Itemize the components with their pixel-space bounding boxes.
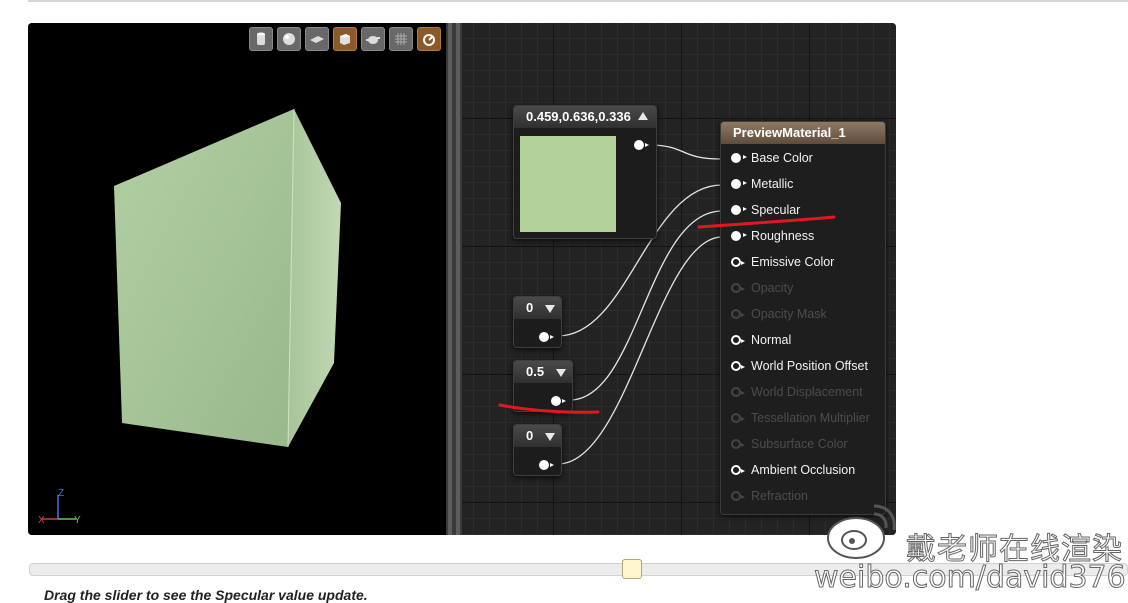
cylinder-preview-icon[interactable]	[249, 27, 273, 51]
specular-slider-handle[interactable]	[621, 559, 642, 579]
material-input-specular[interactable]: Specular	[721, 200, 885, 220]
material-input-tessellation-multiplier: Tessellation Multiplier	[721, 408, 885, 428]
material-input-world-position-offset[interactable]: World Position Offset	[721, 356, 885, 376]
material-input-ambient-occlusion[interactable]: Ambient Occlusion	[721, 460, 885, 480]
cube-preview-icon[interactable]	[333, 27, 357, 51]
preview-cube	[114, 108, 341, 448]
constant3-node[interactable]: 0.459,0.636,0.336	[513, 105, 657, 239]
material-input-subsurface-color: Subsurface Color	[721, 434, 885, 454]
panel-splitter[interactable]	[446, 23, 462, 535]
input-label: Specular	[751, 203, 801, 217]
axis-x-label: X	[38, 515, 45, 526]
constant3-header: 0.459,0.636,0.336	[514, 106, 656, 128]
input-pin-icon	[731, 387, 745, 397]
top-divider	[28, 0, 1128, 2]
preview-viewport[interactable]: Z Y X	[28, 23, 446, 535]
input-pin-icon	[731, 491, 745, 501]
material-input-normal[interactable]: Normal	[721, 330, 885, 350]
input-pin-icon	[731, 413, 745, 423]
input-pin-icon[interactable]	[731, 231, 747, 241]
input-label: Metallic	[751, 177, 794, 191]
axis-y-label: Y	[74, 515, 81, 526]
grid-icon[interactable]	[389, 27, 413, 51]
input-label: Opacity	[751, 281, 794, 295]
output-pin-icon[interactable]	[634, 140, 649, 150]
output-pin-icon[interactable]	[539, 460, 554, 470]
axis-z-label: Z	[58, 488, 64, 499]
input-label: Ambient Occlusion	[751, 463, 856, 477]
constant-specular-node[interactable]: 0.5	[513, 360, 573, 412]
realtime-icon[interactable]	[417, 27, 441, 51]
material-input-base-color[interactable]: Base Color	[721, 148, 885, 168]
input-pin-icon[interactable]	[731, 179, 747, 189]
collapse-icon[interactable]	[638, 112, 648, 120]
roughness-value: 0	[526, 428, 534, 443]
material-input-roughness[interactable]: Roughness	[721, 226, 885, 246]
material-input-metallic[interactable]: Metallic	[721, 174, 885, 194]
material-title: PreviewMaterial_1	[721, 122, 885, 144]
constant-specular-header: 0.5	[514, 361, 572, 383]
constant-metallic-node[interactable]: 0	[513, 296, 562, 348]
weibo-logo-icon	[827, 504, 896, 559]
input-pin-icon	[731, 439, 745, 449]
watermark-url: weibo.com/david376	[814, 560, 1127, 596]
metallic-value: 0	[526, 300, 534, 315]
teapot-preview-icon[interactable]	[361, 27, 385, 51]
axis-gizmo: Z Y X	[38, 488, 81, 526]
material-input-emissive-color[interactable]: Emissive Color	[721, 252, 885, 272]
input-pin-icon[interactable]	[731, 335, 745, 345]
input-label: Emissive Color	[751, 255, 835, 269]
specular-value: 0.5	[526, 364, 545, 379]
input-label: World Position Offset	[751, 359, 868, 373]
input-pin-icon[interactable]	[731, 257, 745, 267]
constant-roughness-node[interactable]: 0	[513, 424, 562, 476]
input-pin-icon[interactable]	[731, 465, 745, 475]
material-editor: Z Y X 0.459,0.636,0.336 0 0.5 0 PreviewM…	[28, 23, 896, 535]
input-label: World Displacement	[751, 385, 863, 399]
input-label: Opacity Mask	[751, 307, 827, 321]
output-pin-icon[interactable]	[551, 396, 566, 406]
material-input-opacity: Opacity	[721, 278, 885, 298]
material-result-node[interactable]: PreviewMaterial_1 Base Color Metallic Spec…	[720, 121, 886, 515]
input-pin-icon[interactable]	[731, 361, 745, 371]
viewport-toolbar	[249, 27, 441, 51]
input-pin-icon[interactable]	[731, 153, 747, 163]
material-input-world-displacement: World Displacement	[721, 382, 885, 402]
constant-roughness-header: 0	[514, 425, 561, 447]
color-swatch	[520, 136, 616, 232]
constant-metallic-header: 0	[514, 297, 561, 319]
input-label: Subsurface Color	[751, 437, 848, 451]
input-label: Refraction	[751, 489, 808, 503]
collapse-icon[interactable]	[545, 433, 555, 441]
constant3-value: 0.459,0.636,0.336	[526, 109, 631, 124]
input-label: Normal	[751, 333, 792, 347]
input-pin-icon[interactable]	[731, 205, 747, 215]
plane-preview-icon[interactable]	[305, 27, 329, 51]
input-pin-icon	[731, 283, 745, 293]
input-label: Base Color	[751, 151, 813, 165]
output-pin-icon[interactable]	[539, 332, 554, 342]
collapse-icon[interactable]	[545, 305, 555, 313]
input-label: Tessellation Multiplier	[751, 411, 870, 425]
material-input-opacity-mask: Opacity Mask	[721, 304, 885, 324]
sphere-preview-icon[interactable]	[277, 27, 301, 51]
input-label: Roughness	[751, 229, 815, 243]
input-pin-icon	[731, 309, 745, 319]
collapse-icon[interactable]	[556, 369, 566, 377]
